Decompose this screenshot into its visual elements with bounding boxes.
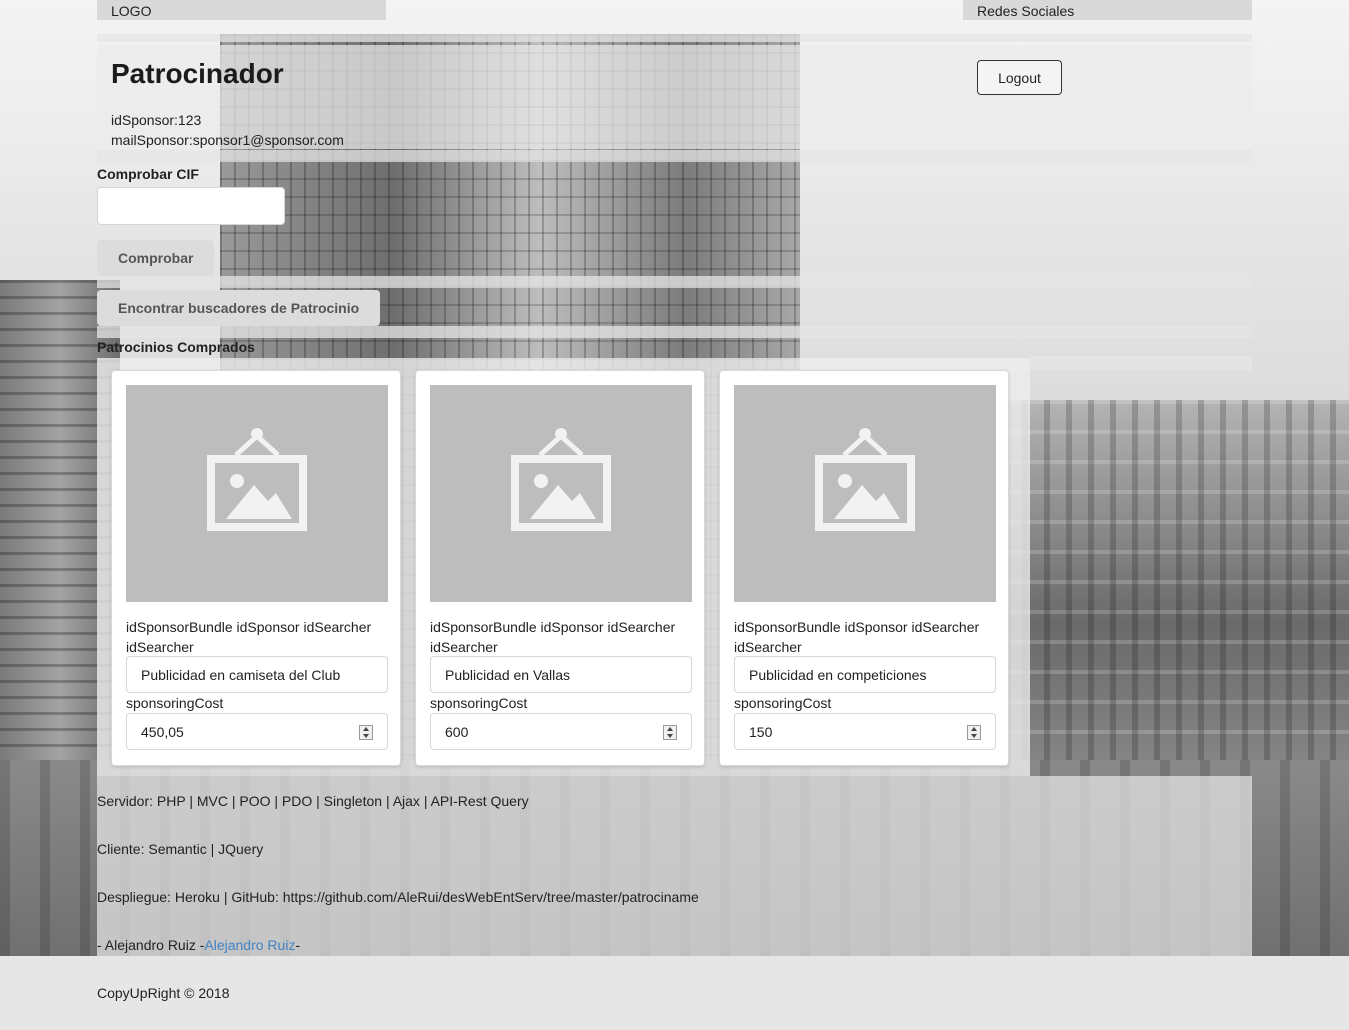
- card-meta: idSponsorBundle idSponsor idSearcher idS…: [734, 619, 980, 655]
- cost-label: sponsoringCost: [734, 695, 832, 711]
- card-meta: idSponsorBundle idSponsor idSearcher idS…: [126, 619, 372, 655]
- image-icon: [207, 428, 307, 531]
- find-searchers-button[interactable]: Encontrar buscadores de Patrocinio: [97, 290, 381, 326]
- sponsorship-card: idSponsorBundle idSponsor idSearcher idS…: [719, 370, 1009, 766]
- cost-value: 450,05: [141, 724, 184, 740]
- footer-copyright: CopyUpRight © 2018: [97, 985, 230, 1001]
- logout-button[interactable]: Logout: [977, 60, 1062, 95]
- author-link[interactable]: Alejandro Ruiz: [204, 937, 295, 953]
- check-cif-button[interactable]: Comprobar: [97, 240, 215, 276]
- number-spinner-icon[interactable]: [359, 725, 373, 740]
- image-placeholder: [430, 385, 692, 602]
- sponsorship-card: idSponsorBundle idSponsor idSearcher idS…: [415, 370, 705, 766]
- image-icon: [815, 428, 915, 531]
- image-placeholder: [734, 385, 996, 602]
- logo[interactable]: LOGO: [97, 0, 386, 20]
- sponsor-id: idSponsor:123: [111, 112, 202, 128]
- number-spinner-icon[interactable]: [663, 725, 677, 740]
- image-placeholder: [126, 385, 388, 602]
- social-networks-link[interactable]: Redes Sociales: [963, 0, 1252, 20]
- cost-value: 600: [445, 724, 469, 740]
- sponsorship-card: idSponsorBundle idSponsor idSearcher idS…: [111, 370, 401, 766]
- divider: [97, 276, 1252, 288]
- card-meta: idSponsorBundle idSponsor idSearcher idS…: [430, 619, 676, 655]
- footer-client-tech: Cliente: Semantic | JQuery: [97, 841, 264, 857]
- cost-label: sponsoringCost: [430, 695, 528, 711]
- purchased-heading: Patrocinios Comprados: [97, 339, 255, 355]
- author-suffix: -: [295, 937, 301, 953]
- author-prefix: - Alejandro Ruiz -: [97, 937, 205, 953]
- footer-server-tech: Servidor: PHP | MVC | POO | PDO | Single…: [97, 793, 529, 809]
- sponsor-email: mailSponsor:sponsor1@sponsor.com: [111, 132, 344, 148]
- image-icon: [511, 428, 611, 531]
- footer-author: - Alejandro Ruiz -Alejandro Ruiz-: [97, 937, 300, 953]
- cost-number-input[interactable]: 450,05: [126, 713, 388, 750]
- page-title: Patrocinador: [111, 58, 284, 89]
- divider: [97, 150, 1252, 162]
- description-input[interactable]: [126, 656, 388, 693]
- cost-label: sponsoringCost: [126, 695, 224, 711]
- cost-number-input[interactable]: 600: [430, 713, 692, 750]
- divider: [97, 326, 1252, 338]
- cif-input[interactable]: [97, 187, 285, 225]
- number-spinner-icon[interactable]: [967, 725, 981, 740]
- divider: [1030, 356, 1252, 370]
- cif-label: Comprobar CIF: [97, 166, 199, 182]
- divider: [97, 34, 1252, 42]
- cost-value: 150: [749, 724, 773, 740]
- description-input[interactable]: [734, 656, 996, 693]
- description-input[interactable]: [430, 656, 692, 693]
- cost-number-input[interactable]: 150: [734, 713, 996, 750]
- footer-deploy-info: Despliegue: Heroku | GitHub: https://git…: [97, 889, 699, 905]
